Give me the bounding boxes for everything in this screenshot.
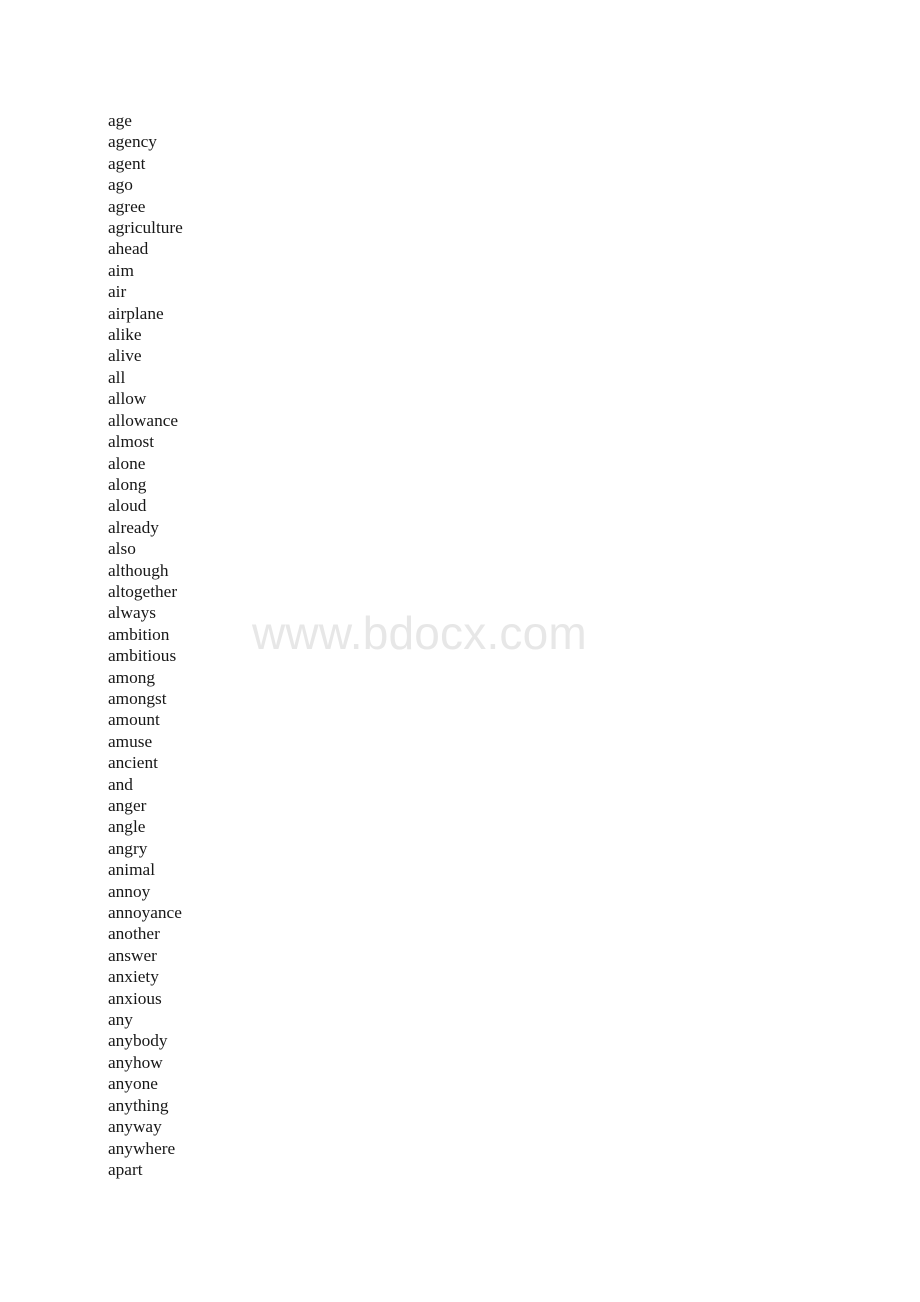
word-list-item: all <box>108 367 126 387</box>
word-list-item: along <box>108 474 147 494</box>
word-list: age agency agent ago agree agriculture ahead ai… <box>108 110 628 1180</box>
word-list-item: aim <box>108 260 134 280</box>
word-list-item: also <box>108 539 136 559</box>
word-list-item: although <box>108 560 169 580</box>
word-list-item: apart <box>108 1159 143 1179</box>
word-list-item: anybody <box>108 1031 168 1051</box>
word-list-item: almost <box>108 432 155 452</box>
word-list-item: animal <box>108 860 156 880</box>
word-list-item: airplane <box>108 303 164 323</box>
word-list-item: agree <box>108 196 146 216</box>
word-list-item: altogether <box>108 581 178 601</box>
word-list-item: ambition <box>108 624 170 644</box>
word-list-item: anger <box>108 796 147 815</box>
word-list-item: annoyance <box>108 903 182 923</box>
word-list-item: any <box>108 1010 133 1030</box>
word-list-item: age <box>108 111 132 130</box>
word-list-item: aloud <box>108 496 147 516</box>
word-list-item: angry <box>108 838 148 858</box>
word-list-item: anyway <box>108 1117 162 1137</box>
word-list-item: anything <box>108 1095 169 1115</box>
word-list-item: anywhere <box>108 1138 176 1158</box>
word-list-item: alone <box>108 453 146 473</box>
word-list-item: anxiety <box>108 967 159 987</box>
word-list-item: annoy <box>108 881 151 901</box>
word-list-item: allow <box>108 389 147 409</box>
word-list-item: angle <box>108 817 146 837</box>
word-list-item: another <box>108 924 160 944</box>
word-list-item: amuse <box>108 731 153 751</box>
word-list-item: agriculture <box>108 218 183 238</box>
word-list-item: anxious <box>108 988 162 1008</box>
word-list-item: among <box>108 667 156 687</box>
word-list-item: and <box>108 774 133 794</box>
word-list-item: amongst <box>108 688 167 708</box>
word-list-item: agency <box>108 132 157 152</box>
word-list-item: ahead <box>108 239 149 259</box>
word-list-item: anyone <box>108 1074 158 1094</box>
word-list-item: always <box>108 603 156 623</box>
word-list-item: amount <box>108 710 160 730</box>
document-page: www.bdocx.com age agency agent ago agree agri… <box>0 0 920 1302</box>
word-list-item: alike <box>108 325 142 345</box>
word-list-item: ambitious <box>108 646 177 666</box>
word-list-item: ancient <box>108 753 158 773</box>
word-list-item: already <box>108 517 159 537</box>
word-list-item: alive <box>108 346 142 366</box>
word-list-item: agent <box>108 153 146 173</box>
word-list-item: allowance <box>108 410 179 430</box>
word-list-item: air <box>108 282 127 302</box>
word-list-item: answer <box>108 945 157 965</box>
word-list-item: anyhow <box>108 1052 163 1072</box>
word-list-item: ago <box>108 175 133 195</box>
